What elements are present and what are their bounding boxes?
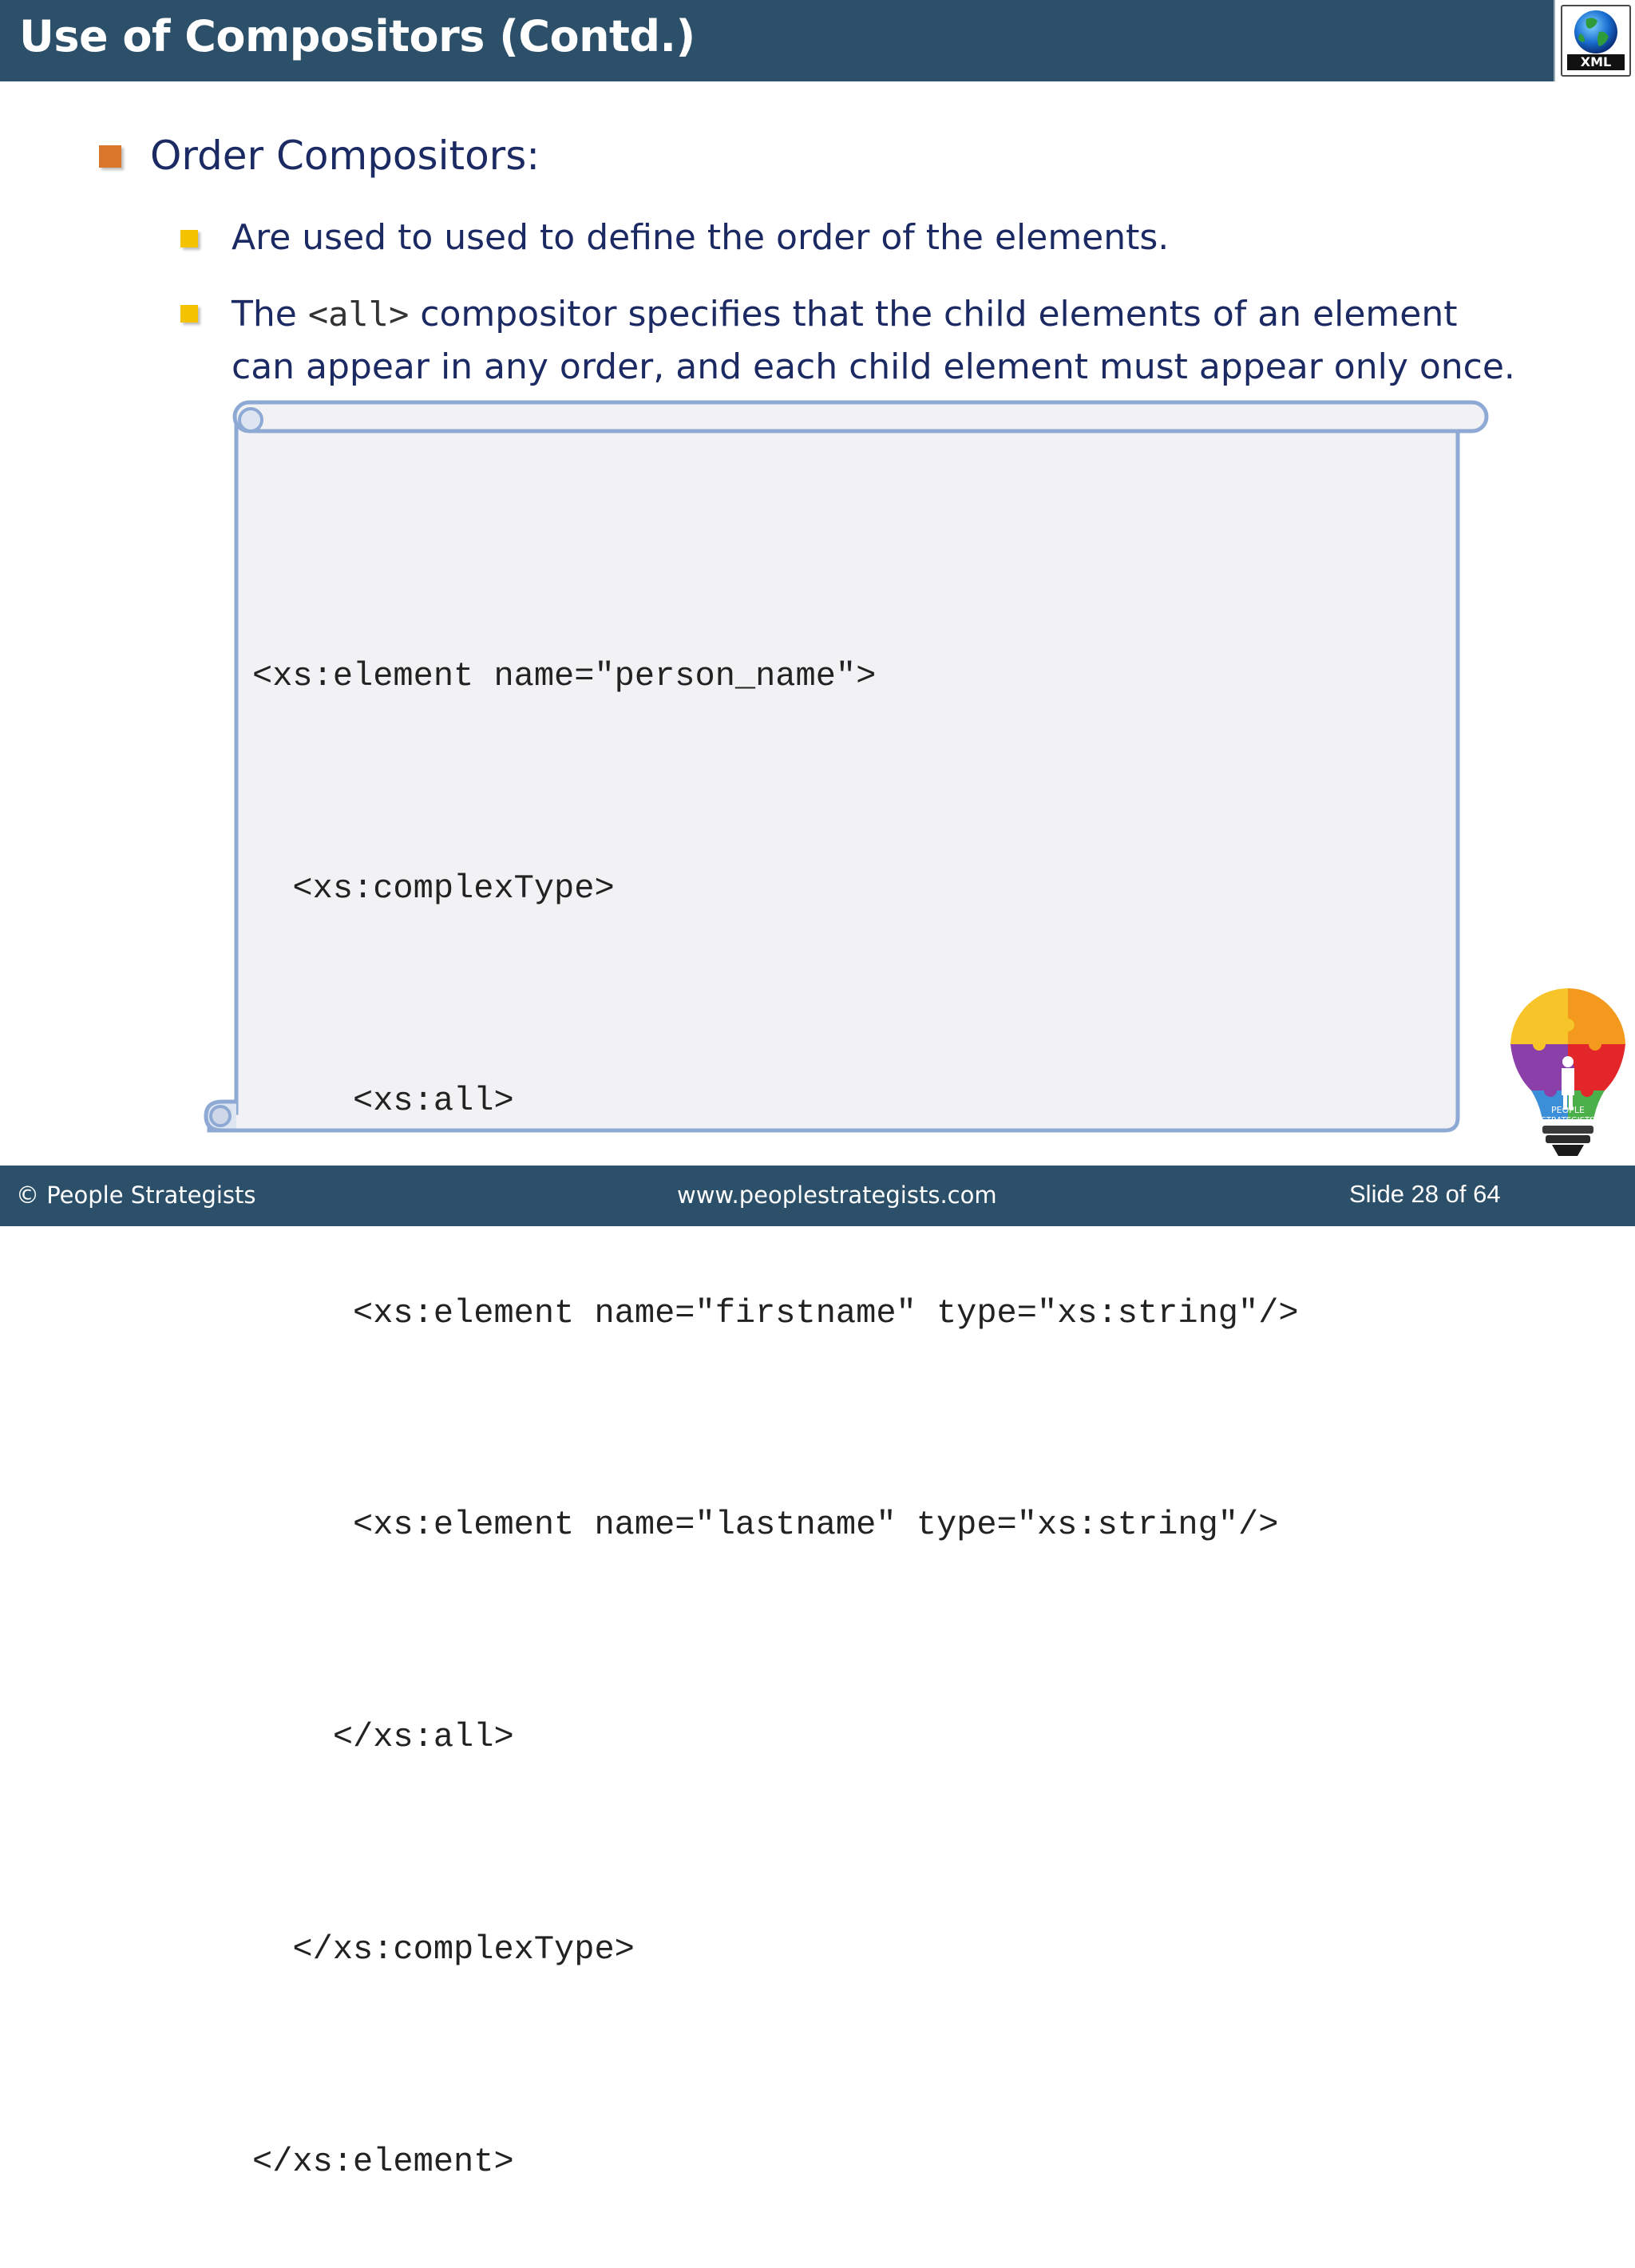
people-strategists-bulb-logo: PEOPLE STRATEGISTS xyxy=(1510,988,1625,1156)
code-line: <xs:element name="firstname" type="xs:st… xyxy=(252,1293,1299,1332)
code-line: <xs:complexType> xyxy=(252,869,615,908)
footer-slide-number: Slide 28 of 64 xyxy=(1349,1180,1501,1208)
footer-copyright: © People Strategists xyxy=(16,1181,256,1209)
code-line: </xs:element> xyxy=(252,2142,514,2181)
code-line: <xs:element name="person_name"> xyxy=(252,657,877,696)
xml-code-block: <xs:element name="person_name"> <xs:comp… xyxy=(252,500,1299,2268)
bulb-text-line-1: PEOPLE xyxy=(1551,1105,1585,1115)
code-line: </xs:all> xyxy=(252,1718,514,1757)
bulb-text-line-2: STRATEGISTS xyxy=(1542,1116,1595,1125)
code-line: <xs:all> xyxy=(252,1081,514,1120)
slide-footer: © People Strategists www.peoplestrategis… xyxy=(0,1166,1635,1226)
code-line: <xs:element name="lastname" type="xs:str… xyxy=(252,1506,1279,1545)
code-line: </xs:complexType> xyxy=(252,1930,635,1969)
footer-website-link[interactable]: www.peoplestrategists.com xyxy=(677,1181,997,1209)
